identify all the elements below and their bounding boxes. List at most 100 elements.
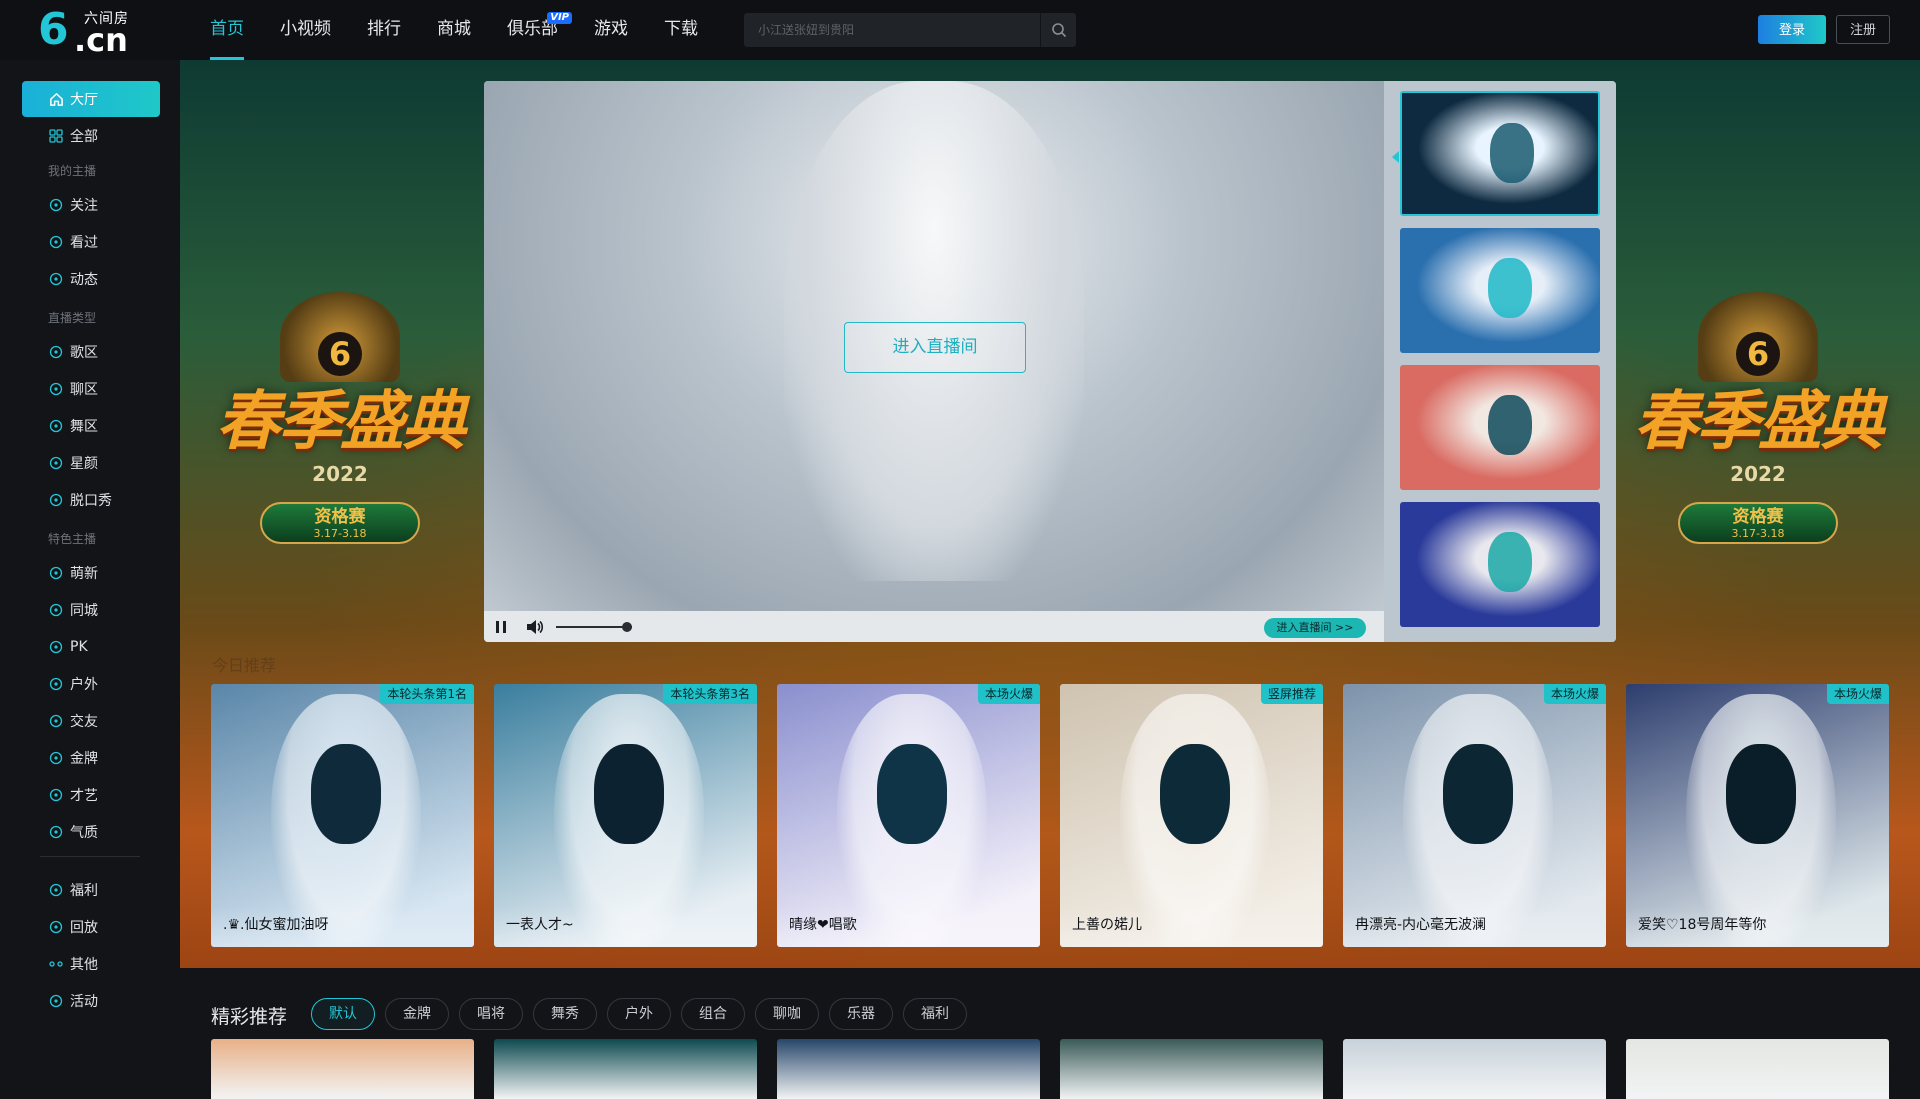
sidebar-item-label: 歌区 (70, 345, 98, 361)
sidebar-item-label: 金牌 (70, 751, 98, 767)
sidebar-item[interactable]: 金牌 (22, 740, 160, 776)
featured-card[interactable]: 本轮头条第1名 .♛.仙女蜜加油呀 (211, 684, 474, 947)
tab-1[interactable]: 金牌 (385, 998, 449, 1030)
dancer-icon (48, 418, 64, 434)
room-thumbnail[interactable] (1400, 365, 1600, 490)
recommend-card[interactable] (211, 1039, 474, 1099)
sidebar-item[interactable]: 关注 (22, 187, 160, 223)
sidebar-item-label: 动态 (70, 272, 98, 288)
sidebar-item[interactable]: 聊区 (22, 371, 160, 407)
site-logo[interactable]: 6 六间房 .cn (38, 4, 138, 57)
sidebar-item[interactable]: 看过 (22, 224, 160, 260)
banner-stage: 资格赛 (1732, 507, 1784, 527)
sidebar-item[interactable]: 脱口秀 (22, 482, 160, 518)
featured-card[interactable]: 竖屏推荐 上善の婼儿 (1060, 684, 1323, 947)
sidebar-item[interactable]: 大厅 (22, 81, 160, 117)
recommend-card[interactable] (1343, 1039, 1606, 1099)
sidebar-item[interactable]: 星颜 (22, 445, 160, 481)
shoe-icon (48, 824, 64, 840)
sidebar-item[interactable]: 才艺 (22, 777, 160, 813)
video-area[interactable]: 进入直播间 进入直播间 >> (484, 81, 1384, 642)
volume-slider-handle[interactable] (622, 622, 632, 632)
sidebar-item[interactable]: 福利 (22, 872, 160, 908)
card-face (1160, 744, 1230, 844)
tab-3[interactable]: 舞秀 (533, 998, 597, 1030)
recommend-card[interactable] (1060, 1039, 1323, 1099)
tab-2[interactable]: 唱将 (459, 998, 523, 1030)
pause-icon (496, 620, 506, 633)
grid-icon (48, 128, 64, 144)
sidebar-item-label: 舞区 (70, 419, 98, 435)
featured-card[interactable]: 本场火爆 爱笑♡18号周年等你 (1626, 684, 1889, 947)
volume-slider[interactable] (556, 626, 632, 628)
logo-glyph: 6 (38, 4, 69, 55)
featured-card[interactable]: 本轮头条第3名 一表人才~ (494, 684, 757, 947)
card-face (1726, 744, 1796, 844)
pause-button[interactable] (484, 611, 518, 642)
sidebar-item[interactable]: 歌区 (22, 334, 160, 370)
sidebar-group-title: 特色主播 (48, 532, 97, 546)
sidebar-item[interactable]: 交友 (22, 703, 160, 739)
sidebar-item[interactable]: 活动 (22, 983, 160, 1019)
live-player: 进入直播间 进入直播间 >> (484, 81, 1616, 642)
room-thumbnail[interactable] (1400, 91, 1600, 216)
top-bar: 6 六间房 .cn 首页 小视频 排行 商城 俱乐部VIP 游戏 下载 登录 注册 (0, 0, 1920, 60)
register-button[interactable]: 注册 (1836, 15, 1890, 44)
sidebar-item[interactable]: 动态 (22, 261, 160, 297)
tab-7[interactable]: 乐器 (829, 998, 893, 1030)
enter-room-button[interactable]: 进入直播间 (844, 322, 1026, 373)
featured-card[interactable]: 本场火爆 晴缘❤唱歌 (777, 684, 1040, 947)
nav-item-0[interactable]: 首页 (210, 0, 244, 60)
sidebar-item[interactable]: 其他 (22, 946, 160, 982)
medal-icon (48, 750, 64, 766)
tab-5[interactable]: 组合 (681, 998, 745, 1030)
main-nav: 首页 小视频 排行 商城 俱乐部 VIP 游戏 下载 (210, 0, 734, 60)
sidebar-item[interactable]: 气质 (22, 814, 160, 850)
room-thumbnail[interactable] (1400, 502, 1600, 627)
banner-emblem-right: 6 春季盛典 2022 资格赛 3.17-3.18 (1618, 292, 1898, 562)
sidebar-item[interactable]: 萌新 (22, 555, 160, 591)
sidebar-item-label: 关注 (70, 198, 98, 214)
nav-item-4[interactable]: 俱乐部 VIP (507, 0, 572, 60)
sidebar-item[interactable]: 舞区 (22, 408, 160, 444)
nav-item-6[interactable]: 下载 (664, 0, 698, 60)
sidebar-item[interactable]: PK (22, 629, 160, 665)
player-controls: 进入直播间 >> (484, 611, 1384, 642)
sidebar-divider (40, 856, 140, 857)
tab-8[interactable]: 福利 (903, 998, 967, 1030)
banner-title: 春季盛典 (1634, 384, 1884, 459)
logo-domain: .cn (74, 21, 128, 59)
bubble-icon (48, 381, 64, 397)
nav-item-5[interactable]: 游戏 (594, 0, 628, 60)
tab-6[interactable]: 聊咖 (755, 998, 819, 1030)
search-input[interactable] (744, 13, 1040, 47)
sidebar-item[interactable]: 户外 (22, 666, 160, 702)
search-button[interactable] (1040, 13, 1076, 47)
chat-icon (48, 271, 64, 287)
location-icon (48, 602, 64, 618)
nav-item-3[interactable]: 商城 (437, 0, 471, 60)
recommend-card[interactable] (1626, 1039, 1889, 1099)
banner-dates: 3.17-3.18 (313, 527, 367, 540)
thumbnail-image (1488, 258, 1532, 318)
sidebar-item[interactable]: 回放 (22, 909, 160, 945)
nav-item-1[interactable]: 小视频 (280, 0, 331, 60)
sidebar-item[interactable]: 同城 (22, 592, 160, 628)
tab-4[interactable]: 户外 (607, 998, 671, 1030)
featured-card[interactable]: 本场火爆 冉漂亮-内心毫无波澜 (1343, 684, 1606, 947)
sidebar-item[interactable]: 全部 (22, 118, 160, 154)
room-thumbnail[interactable] (1400, 228, 1600, 353)
enter-room-small-button[interactable]: 进入直播间 >> (1264, 618, 1366, 638)
recommend-card[interactable] (494, 1039, 757, 1099)
volume-button[interactable] (518, 611, 552, 642)
sidebar-item-label: 交友 (70, 714, 98, 730)
card-title: 一表人才~ (494, 907, 757, 947)
recommend-title: 精彩推荐 (211, 1006, 288, 1028)
nav-item-2[interactable]: 排行 (367, 0, 401, 60)
tab-0[interactable]: 默认 (311, 998, 375, 1030)
palette-icon (48, 787, 64, 803)
recommend-card[interactable] (777, 1039, 1040, 1099)
sidebar-item-label: 福利 (70, 883, 98, 899)
sidebar-item-label: 萌新 (70, 566, 98, 582)
login-button[interactable]: 登录 (1758, 15, 1826, 44)
